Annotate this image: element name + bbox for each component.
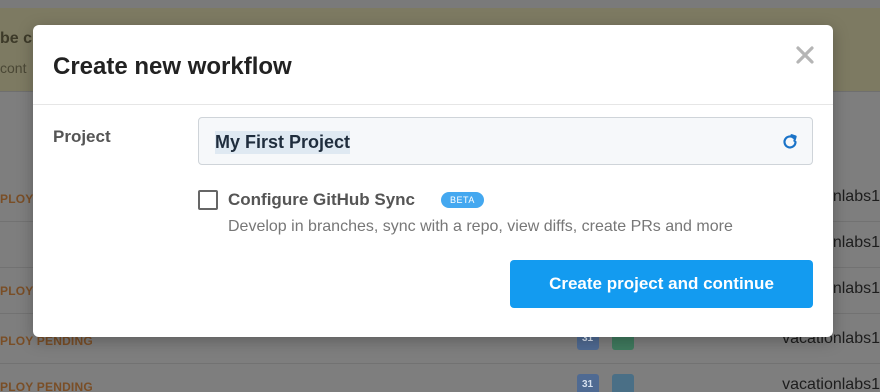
project-label: Project (53, 127, 111, 146)
modal-title: Create new workflow (53, 53, 292, 80)
project-select[interactable]: My First Project (198, 117, 813, 165)
owner-name: vacationlabs1 (782, 376, 880, 392)
create-workflow-modal: Create new workflow Project My First Pro… (33, 25, 833, 337)
app-icon (612, 374, 634, 392)
project-value: My First Project (215, 131, 351, 154)
close-icon[interactable] (793, 43, 817, 67)
status-badge: PLOY PENDING (0, 380, 93, 392)
modal-header: Create new workflow (33, 25, 833, 105)
github-sync-checkbox[interactable] (198, 190, 218, 210)
background-top-strip (0, 0, 880, 8)
github-sync-label[interactable]: Configure GitHub Sync (228, 190, 415, 210)
github-sync-description: Develop in branches, sync with a repo, v… (228, 218, 733, 235)
table-row: PLOY PENDING vacationlabs1 (0, 364, 880, 392)
create-project-button[interactable]: Create project and continue (510, 260, 813, 308)
refresh-icon[interactable] (780, 132, 800, 152)
banner-text-fragment: cont (0, 60, 27, 76)
beta-badge: BETA (441, 192, 484, 208)
google-calendar-icon (577, 374, 599, 392)
